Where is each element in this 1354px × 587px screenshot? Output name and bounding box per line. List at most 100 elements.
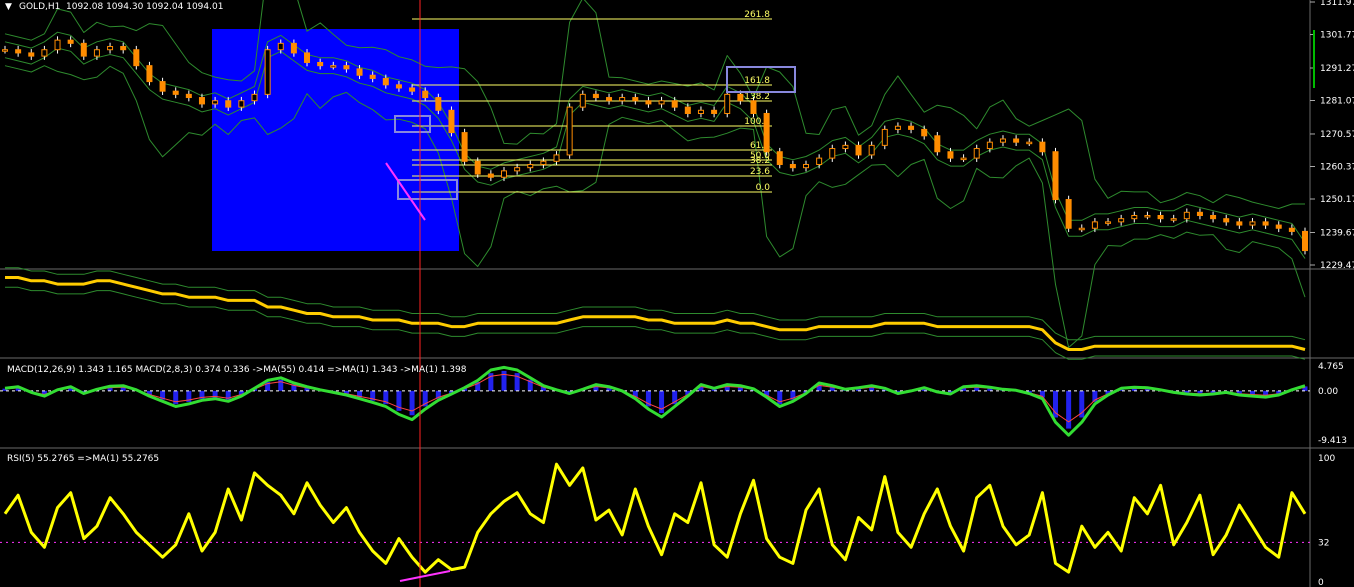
candle-body — [776, 151, 783, 165]
candle-body — [159, 81, 166, 92]
candle-body — [540, 160, 547, 165]
price-tick-label: 1311.97 — [1320, 0, 1354, 8]
candle-body — [1183, 211, 1190, 220]
macd-tick-label: 4.765 — [1318, 362, 1344, 372]
candle-body — [474, 160, 481, 175]
price-tick-label: 1281.07 — [1320, 97, 1354, 107]
ind1-line — [5, 276, 1306, 351]
candle-body — [409, 87, 416, 92]
price-tick-label: 1301.77 — [1320, 31, 1354, 41]
upper-inner-band — [4, 31, 1306, 243]
candle-body — [343, 65, 350, 70]
candle-body — [422, 90, 429, 99]
candle-body — [999, 138, 1006, 143]
fib-level-label: 38.2 — [750, 156, 770, 166]
candle-body — [803, 163, 810, 169]
candle-body — [356, 68, 363, 76]
candle-body — [1249, 221, 1256, 226]
rsi-tick-label: 100 — [1318, 454, 1335, 464]
candle-body — [619, 97, 626, 102]
chart-window: 261.8 161.8 138.2 100.0 61.8 50.0 38.2 23.6 0.0 … — [0, 0, 1354, 587]
macd-main-line — [4, 365, 1306, 437]
highlight-box[interactable] — [212, 29, 459, 251]
candle-body — [908, 125, 915, 130]
rsi-tick-label: 32 — [1318, 538, 1329, 548]
fibonacci-retracement[interactable]: 261.8161.8138.2100.061.850.038.223.60.0 — [412, 10, 772, 193]
candle-body — [461, 132, 468, 162]
macd-title: MACD(12,26,9) 1.343 1.165 MACD(2,8,3) 0.… — [7, 365, 467, 375]
candle-body — [80, 42, 87, 57]
price-tick-label: 1250.17 — [1320, 195, 1354, 205]
candle-body — [93, 49, 100, 57]
candle-body — [212, 100, 219, 105]
candle-body — [395, 84, 402, 89]
candle-body — [1275, 224, 1282, 229]
candle-body — [251, 93, 258, 102]
candle-body — [1262, 221, 1269, 226]
candle-body — [527, 163, 534, 169]
candle-body — [1144, 214, 1151, 218]
candle-body — [763, 112, 770, 153]
candle-body — [120, 46, 127, 51]
candle-body — [960, 157, 967, 161]
price-tick-label: 1270.57 — [1320, 130, 1354, 140]
candle-body — [198, 97, 205, 105]
candle-body — [894, 125, 901, 130]
candle-body — [1013, 138, 1020, 143]
price-axis: 1311.97 1301.77 1291.27 1281.07 1270.57 1260.… — [1310, 0, 1354, 271]
candle-body — [330, 65, 337, 68]
candle-body — [1078, 227, 1085, 231]
candle-body — [1210, 214, 1217, 220]
candle-body — [172, 90, 179, 95]
candle-body — [921, 128, 928, 137]
candle-body — [133, 49, 140, 67]
candle-body — [829, 148, 836, 159]
candle-body — [671, 100, 678, 108]
candle-body — [514, 167, 521, 172]
candle-body — [435, 97, 442, 111]
candle-body — [1091, 221, 1098, 229]
price-tick-label: 1260.37 — [1320, 162, 1354, 172]
fib-level-label: 0.0 — [756, 183, 771, 193]
candle-body — [185, 93, 192, 99]
indicator-panel-1 — [5, 267, 1306, 360]
rsi-line — [3, 462, 1307, 574]
candle-body — [1196, 211, 1203, 216]
lower-inner-band — [4, 47, 1306, 259]
candle-body — [1236, 221, 1243, 226]
candle-body — [369, 74, 376, 79]
candle-body — [684, 106, 691, 114]
candle-body — [658, 100, 665, 105]
candle-body — [264, 49, 271, 95]
gold-h1-chart[interactable]: 261.8161.8138.2100.061.850.038.223.60.0 … — [0, 0, 1354, 587]
candle-body — [1131, 214, 1138, 220]
candle-body — [737, 93, 744, 102]
candle-body — [1105, 221, 1112, 224]
price-tick-label: 1229.47 — [1320, 261, 1354, 271]
fib-level-label: 161.8 — [744, 76, 770, 86]
price-candles — [2, 36, 1308, 255]
candle-body — [1170, 218, 1177, 221]
candle-body — [146, 65, 153, 83]
header-dropdown-icon[interactable]: ▼ — [5, 2, 12, 12]
candle-body — [54, 39, 61, 51]
candle-body — [1052, 151, 1059, 201]
candle-body — [816, 157, 823, 165]
candle-body — [290, 42, 297, 54]
rsi-title: RSI(5) 55.2765 =>MA(1) 55.2765 — [7, 454, 159, 464]
ind1-upper-band — [5, 267, 1306, 341]
candle-body — [855, 144, 862, 156]
fib-level-label: 261.8 — [744, 10, 770, 20]
candle-body — [645, 100, 652, 105]
candle-body — [277, 42, 284, 51]
candle-body — [868, 144, 875, 156]
candle-body — [1223, 218, 1230, 223]
candle-body — [789, 163, 796, 169]
lower-band — [4, 65, 1306, 348]
rsi-panel: 100 32 0 — [0, 454, 1335, 587]
candle-body — [592, 93, 599, 99]
candle-body — [697, 109, 704, 114]
candle-body — [1302, 230, 1308, 252]
candle-body — [304, 52, 311, 63]
candle-body — [881, 128, 888, 146]
